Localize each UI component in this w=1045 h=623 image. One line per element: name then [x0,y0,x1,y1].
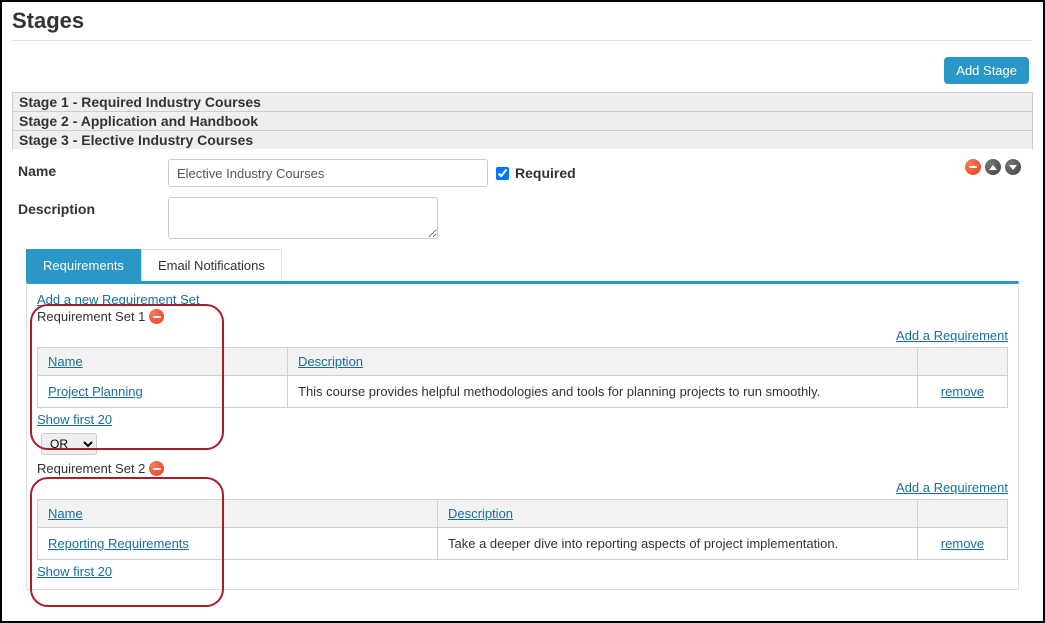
show-first-20-link-2[interactable]: Show first 20 [37,564,112,579]
show-first-20-link-1[interactable]: Show first 20 [37,412,112,427]
name-label: Name [18,159,168,179]
add-stage-button[interactable]: Add Stage [944,57,1029,84]
table-row: Reporting Requirements Take a deeper div… [38,528,1008,560]
requirements-table-2: Name Description Reporting Requirements … [37,499,1008,560]
requirement-set-1-label: Requirement Set 1 [37,309,145,324]
stage-header-3[interactable]: Stage 3 - Elective Industry Courses [12,130,1033,149]
remove-set-1-icon[interactable] [149,309,164,324]
add-requirement-link-2[interactable]: Add a Requirement [896,480,1008,495]
add-requirement-set-link[interactable]: Add a new Requirement Set [37,292,200,307]
requirement-name-link[interactable]: Reporting Requirements [48,536,189,551]
requirements-table-1: Name Description Project Planning This c… [37,347,1008,408]
col-desc-header-1[interactable]: Description [298,354,363,369]
stage-header-2[interactable]: Stage 2 - Application and Handbook [12,111,1033,130]
description-textarea[interactable] [168,197,438,239]
requirement-set-2-label: Requirement Set 2 [37,461,145,476]
requirement-desc: Take a deeper dive into reporting aspect… [438,528,918,560]
col-desc-header-2[interactable]: Description [448,506,513,521]
requirement-desc: This course provides helpful methodologi… [288,376,918,408]
divider [12,40,1033,41]
col-name-header-2[interactable]: Name [48,506,83,521]
remove-requirement-link[interactable]: remove [941,384,984,399]
stage-header-1[interactable]: Stage 1 - Required Industry Courses [12,92,1033,111]
required-label: Required [515,165,576,181]
delete-stage-icon[interactable] [965,159,981,175]
table-row: Project Planning This course provides he… [38,376,1008,408]
move-up-icon[interactable] [985,159,1001,175]
name-input[interactable] [168,159,488,187]
col-name-header-1[interactable]: Name [48,354,83,369]
move-down-icon[interactable] [1005,159,1021,175]
required-checkbox[interactable] [496,167,509,180]
description-label: Description [18,197,168,217]
logic-select[interactable]: OR AND [41,433,97,455]
requirements-panel: Add a new Requirement Set Requirement Se… [26,281,1019,590]
remove-requirement-link[interactable]: remove [941,536,984,551]
requirement-name-link[interactable]: Project Planning [48,384,143,399]
page-title: Stages [12,2,1033,40]
tab-requirements[interactable]: Requirements [26,249,141,281]
remove-set-2-icon[interactable] [149,461,164,476]
add-requirement-link-1[interactable]: Add a Requirement [896,328,1008,343]
tab-email-notifications[interactable]: Email Notifications [141,249,282,281]
